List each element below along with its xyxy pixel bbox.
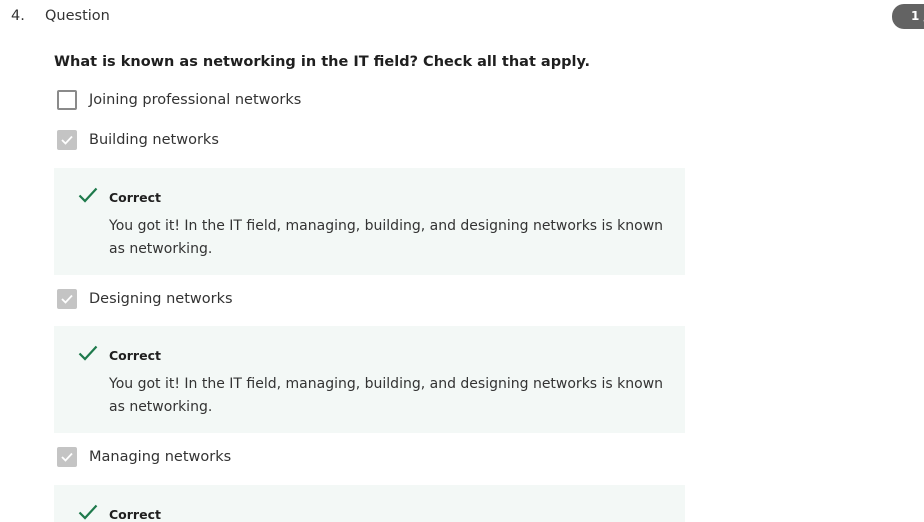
option-joining-professional-networks[interactable]: Joining professional networks: [57, 90, 301, 110]
checkbox-checked[interactable]: [57, 130, 77, 150]
checkbox-checked[interactable]: [57, 289, 77, 309]
correct-check-icon: [78, 504, 98, 520]
question-header: 4. Question: [11, 6, 110, 26]
question-number: 4.: [11, 8, 25, 24]
option-label: Managing networks: [89, 449, 232, 465]
checkmark-icon: [61, 294, 73, 304]
option-designing-networks[interactable]: Designing networks: [57, 289, 233, 309]
feedback-correct: Correct: [54, 485, 685, 522]
correct-check-icon: [78, 187, 98, 203]
feedback-text: You got it! In the IT field, managing, b…: [109, 376, 664, 415]
option-label: Designing networks: [89, 291, 233, 307]
question-prompt: What is known as networking in the IT fi…: [54, 54, 591, 70]
checkmark-icon: [61, 452, 73, 462]
checkbox-unchecked[interactable]: [57, 90, 77, 110]
feedback-correct: Correct You got it! In the IT field, man…: [54, 168, 685, 275]
option-building-networks[interactable]: Building networks: [57, 130, 219, 150]
feedback-correct: Correct You got it! In the IT field, man…: [54, 326, 685, 433]
points-badge: 1 / 1 point: [892, 4, 924, 29]
feedback-title: Correct: [109, 190, 161, 205]
checkmark-icon: [61, 135, 73, 145]
option-managing-networks[interactable]: Managing networks: [57, 447, 231, 467]
option-label: Building networks: [89, 132, 219, 148]
option-label: Joining professional networks: [89, 92, 302, 108]
feedback-title: Correct: [109, 348, 161, 363]
feedback-title: Correct: [109, 507, 161, 522]
checkbox-checked[interactable]: [57, 447, 77, 467]
quiz-question-page: 4. Question 1 / 1 point What is known as…: [0, 0, 924, 522]
correct-check-icon: [78, 345, 98, 361]
feedback-text: You got it! In the IT field, managing, b…: [109, 218, 664, 257]
question-label: Question: [45, 8, 110, 24]
